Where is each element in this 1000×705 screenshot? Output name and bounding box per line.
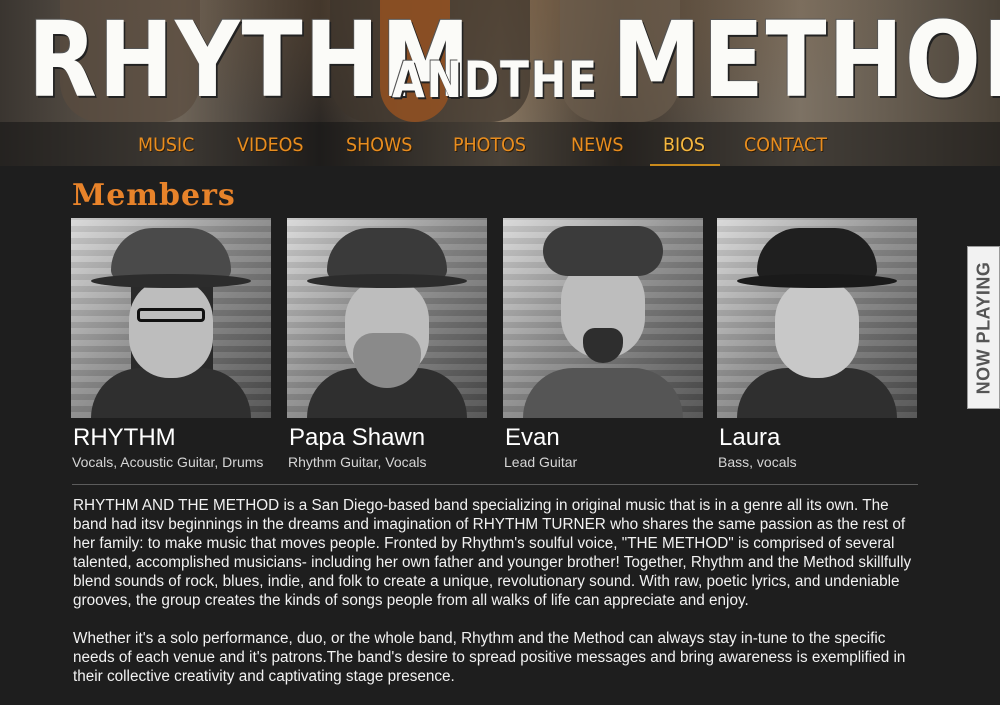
member-role: Vocals, Acoustic Guitar, Drums [72,454,264,470]
nav-item-contact[interactable]: CONTACT [744,134,827,156]
site-logo[interactable]: RHYTHM AND THE METHOD [0,0,1000,122]
nav-item-shows[interactable]: SHOWS [346,134,412,156]
section-title: Members [72,178,236,213]
member-name: Laura [719,424,781,451]
nav-active-indicator [650,164,720,166]
nav-item-videos[interactable]: VIDEOS [237,134,303,156]
nav-item-bios[interactable]: BIOS [663,134,705,156]
nav-item-photos[interactable]: PHOTOS [453,134,526,156]
now-playing-label: NOW PLAYING [973,261,993,394]
band-bio: RHYTHM AND THE METHOD is a San Diego-bas… [73,496,923,705]
logo-word-and: AND [392,51,501,109]
bio-paragraph: Whether it's a solo performance, duo, or… [73,630,906,685]
member-photo[interactable] [71,218,271,418]
member-photo[interactable] [287,218,487,418]
member-role: Bass, vocals [718,454,797,470]
logo-word-method: METHOD [612,0,1000,121]
now-playing-tab[interactable]: NOW PLAYING [967,246,1000,409]
logo-word-the: THE [500,51,599,109]
member-role: Lead Guitar [504,454,578,470]
member-photo[interactable] [503,218,703,418]
member-name: Evan [505,424,560,451]
member-name: Papa Shawn [289,424,426,451]
nav-item-music[interactable]: MUSIC [138,134,194,156]
bio-paragraph: RHYTHM AND THE METHOD is a San Diego-bas… [73,497,912,609]
member-role: Rhythm Guitar, Vocals [288,454,427,470]
member-name: RHYTHM [73,424,176,451]
section-divider [72,484,918,485]
member-photo[interactable] [717,218,917,418]
nav-item-news[interactable]: NEWS [571,134,624,156]
